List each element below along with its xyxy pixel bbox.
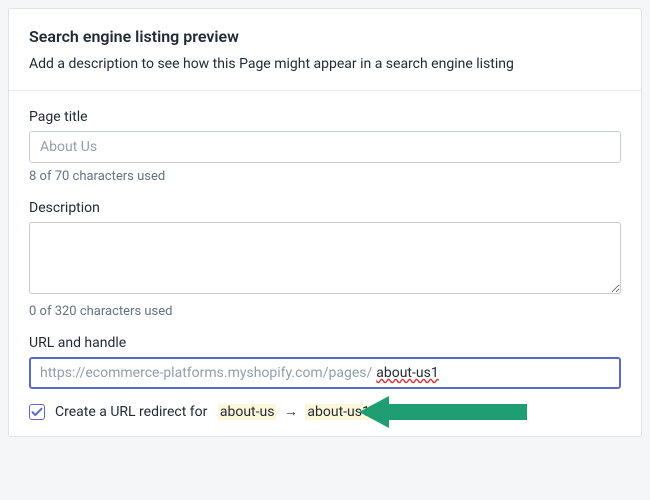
description-input[interactable] [29, 222, 621, 294]
seo-preview-card: Search engine listing preview Add a desc… [8, 8, 642, 437]
page-title-label: Page title [29, 109, 621, 125]
page-title-input[interactable] [29, 131, 621, 163]
url-handle-label: URL and handle [29, 335, 621, 351]
url-prefix: https://ecommerce-platforms.myshopify.co… [40, 365, 372, 381]
redirect-checkbox[interactable] [29, 404, 45, 420]
url-handle-input-wrapper[interactable]: https://ecommerce-platforms.myshopify.co… [29, 357, 621, 389]
card-subtitle: Add a description to see how this Page m… [29, 56, 621, 72]
redirect-checkbox-row: Create a URL redirect for about-us → abo… [29, 403, 621, 420]
card-body: Page title 8 of 70 characters used Descr… [9, 91, 641, 436]
description-char-count: 0 of 320 characters used [29, 304, 621, 319]
card-header: Search engine listing preview Add a desc… [9, 9, 641, 91]
checkmark-icon [31, 406, 43, 418]
arrow-right-icon: → [284, 404, 298, 420]
description-label: Description [29, 200, 621, 216]
url-handle-field: URL and handle https://ecommerce-platfor… [29, 335, 621, 389]
card-title: Search engine listing preview [29, 27, 621, 46]
description-field: Description [29, 200, 621, 298]
page-title-field: Page title [29, 109, 621, 163]
url-handle-input[interactable]: about-us1 [376, 365, 438, 381]
redirect-to: about-us1 [305, 404, 371, 420]
redirect-label: Create a URL redirect for about-us → abo… [55, 403, 372, 420]
redirect-from: about-us [218, 404, 277, 420]
page-title-char-count: 8 of 70 characters used [29, 169, 621, 184]
